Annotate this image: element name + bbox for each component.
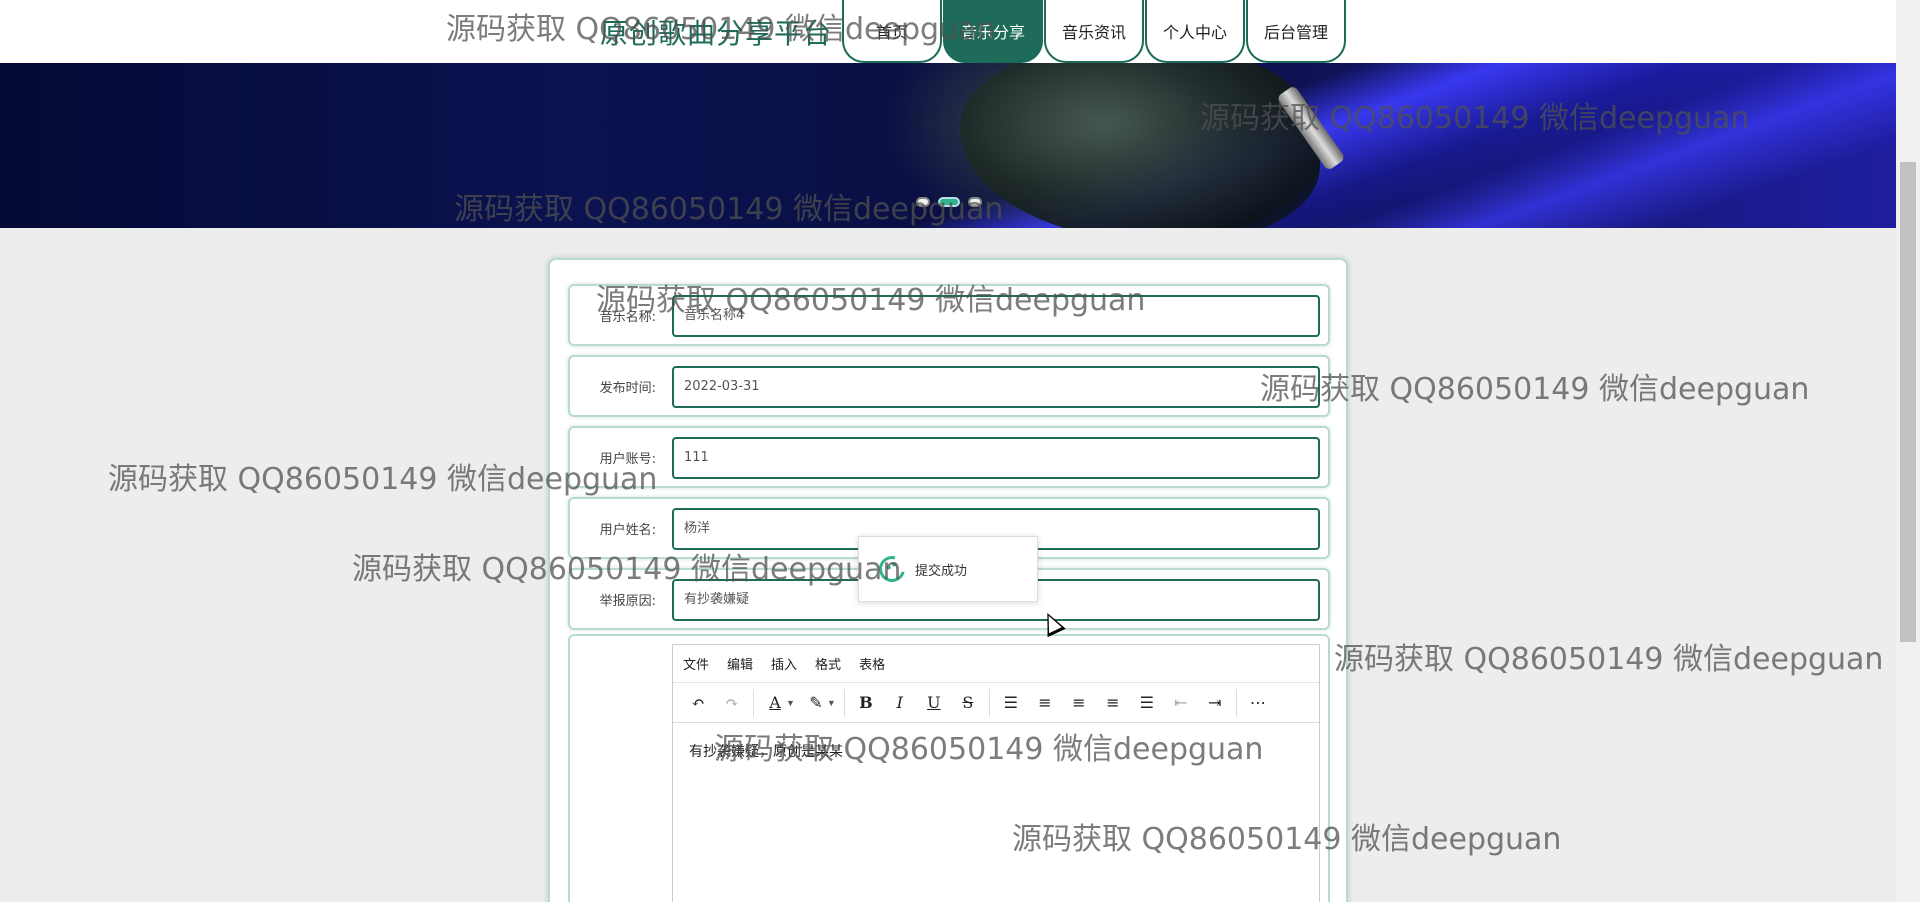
- banner-carousel: [0, 63, 1896, 228]
- menu-insert[interactable]: 插入: [771, 654, 797, 673]
- publish-time-label: 发布时间:: [599, 381, 656, 396]
- redo-icon[interactable]: ↷: [715, 688, 749, 718]
- toast-message: 提交成功: [915, 563, 968, 579]
- underline-icon[interactable]: U: [917, 688, 951, 718]
- carousel-indicators: [916, 197, 982, 207]
- strikethrough-icon[interactable]: S: [951, 688, 985, 718]
- form-row-publish-time: 发布时间: 2022-03-31: [568, 355, 1330, 417]
- chevron-down-icon[interactable]: ▼: [786, 698, 795, 708]
- music-name-label: 音乐名称:: [599, 310, 656, 325]
- more-icon[interactable]: ⋯: [1241, 688, 1275, 718]
- user-name-label: 用户姓名:: [599, 523, 656, 538]
- form-row-user-account: 用户账号: 111: [568, 426, 1330, 488]
- menu-file[interactable]: 文件: [683, 654, 709, 673]
- form-row-music-name: 音乐名称: 音乐名称4: [568, 284, 1330, 346]
- line-height-icon[interactable]: ☰: [994, 688, 1028, 718]
- bold-icon[interactable]: B: [849, 688, 883, 718]
- indent-icon[interactable]: ⇥: [1198, 688, 1232, 718]
- toolbar-divider: [843, 688, 845, 717]
- chevron-down-icon[interactable]: ▼: [827, 698, 836, 708]
- form-row-editor: 文件 编辑 插入 格式 表格 ↶ ↷ A ▼ ✎ ▼ B I U S ☰ ≡ ≡…: [568, 634, 1330, 902]
- banner-image: [960, 63, 1320, 228]
- music-name-input[interactable]: 音乐名称4: [672, 295, 1320, 337]
- user-account-input[interactable]: 111: [672, 437, 1320, 479]
- nav-user-center[interactable]: 个人中心: [1145, 0, 1245, 63]
- page-scrollbar[interactable]: [1896, 0, 1920, 902]
- carousel-dot-2[interactable]: [938, 197, 960, 207]
- publish-time-input[interactable]: 2022-03-31: [672, 366, 1320, 408]
- italic-icon[interactable]: I: [883, 688, 917, 718]
- toolbar-divider: [1235, 688, 1237, 717]
- scrollbar-thumb[interactable]: [1900, 162, 1916, 642]
- undo-icon[interactable]: ↶: [681, 688, 715, 718]
- toolbar-divider: [988, 688, 990, 717]
- toolbar-divider: [753, 688, 754, 717]
- nav-music-share[interactable]: 音乐分享: [943, 0, 1043, 63]
- editor-toolbar: ↶ ↷ A ▼ ✎ ▼ B I U S ☰ ≡ ≡ ≡ ☰ ⇤ ⇥ ⋯: [673, 683, 1319, 723]
- nav-home[interactable]: 首页: [842, 0, 942, 63]
- carousel-dot-1[interactable]: [916, 197, 930, 207]
- main-nav: 首页 音乐分享 音乐资讯 个人中心 后台管理: [842, 0, 1347, 63]
- align-center-icon[interactable]: ≡: [1062, 688, 1096, 718]
- editor-menubar: 文件 编辑 插入 格式 表格: [673, 645, 1319, 683]
- align-left-icon[interactable]: ≡: [1028, 688, 1062, 718]
- success-icon: [874, 551, 910, 587]
- nav-music-news[interactable]: 音乐资讯: [1044, 0, 1144, 63]
- site-title: 原创歌曲分享平台: [600, 17, 833, 50]
- menu-table[interactable]: 表格: [859, 654, 885, 673]
- align-justify-icon[interactable]: ☰: [1130, 688, 1164, 718]
- user-account-label: 用户账号:: [599, 452, 656, 467]
- rich-text-editor: 文件 编辑 插入 格式 表格 ↶ ↷ A ▼ ✎ ▼ B I U S ☰ ≡ ≡…: [672, 644, 1320, 902]
- menu-edit[interactable]: 编辑: [727, 654, 753, 673]
- nav-admin[interactable]: 后台管理: [1246, 0, 1346, 63]
- top-header: 原创歌曲分享平台 首页 音乐分享 音乐资讯 个人中心 后台管理: [0, 0, 1896, 63]
- editor-content[interactable]: 有抄袭嫌疑，原创是某某: [673, 723, 1319, 779]
- report-reason-label: 举报原因:: [599, 594, 656, 609]
- outdent-icon[interactable]: ⇤: [1164, 688, 1198, 718]
- carousel-dot-3[interactable]: [968, 197, 982, 207]
- watermark: 源码获取 QQ86050149 微信deepguan: [1334, 642, 1884, 677]
- success-toast: 提交成功: [858, 536, 1038, 602]
- menu-format[interactable]: 格式: [815, 654, 841, 673]
- align-right-icon[interactable]: ≡: [1096, 688, 1130, 718]
